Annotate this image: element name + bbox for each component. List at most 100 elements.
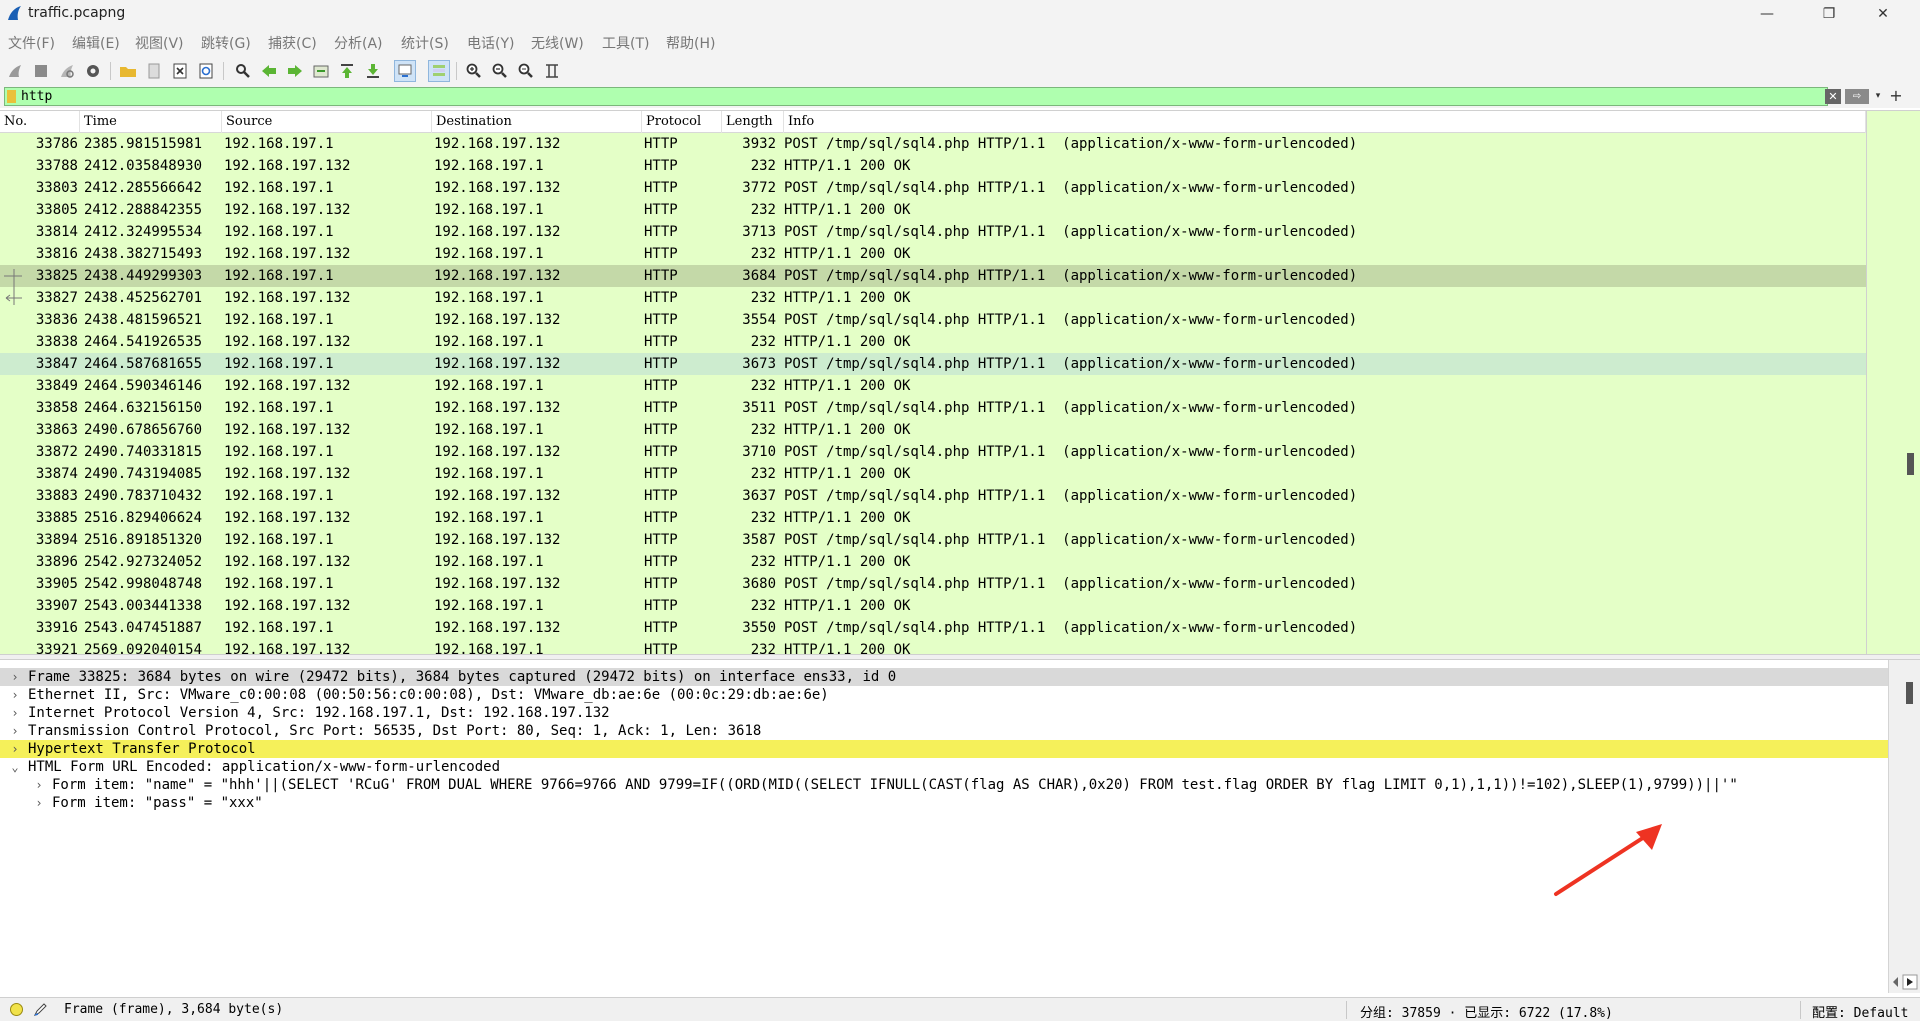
packet-row[interactable]: 33827 2438.452562701 192.168.197.132 192.16… (0, 287, 1866, 309)
filter-history-dropdown-icon[interactable]: ▾ (1872, 89, 1884, 104)
details-tree-item[interactable]: › Frame 33825: 3684 bytes on wire (29472 … (0, 668, 1888, 686)
packet-row[interactable]: 33838 2464.541926535 192.168.197.132 192.16… (0, 331, 1866, 353)
packet-cell-info: HTTP/1.1 200 OK (784, 158, 911, 174)
status-profile[interactable]: 配置: Default (1812, 1002, 1908, 1021)
stop-capture-icon[interactable] (30, 60, 52, 82)
save-file-icon[interactable] (143, 60, 165, 82)
menu-help[interactable]: 帮助(H) (666, 33, 715, 53)
autoscroll-icon[interactable] (394, 60, 416, 82)
expand-arrow-icon[interactable]: › (8, 668, 22, 686)
capture-options-gear-icon[interactable] (82, 60, 104, 82)
column-header-info[interactable]: Info (784, 111, 1866, 133)
expand-arrow-icon[interactable]: › (8, 686, 22, 704)
packet-row[interactable]: 33883 2490.783710432 192.168.197.1 192.168.… (0, 485, 1866, 507)
menu-file[interactable]: 文件(F) (8, 33, 55, 53)
details-tree-item[interactable]: › Internet Protocol Version 4, Src: 192.1… (0, 704, 1888, 722)
menu-capture[interactable]: 捕获(C) (268, 33, 317, 53)
column-header-source[interactable]: Source (222, 111, 432, 133)
details-scroll-arrows-icon[interactable] (1890, 974, 1918, 990)
details-scrollbar[interactable] (1888, 660, 1920, 993)
open-folder-icon[interactable] (117, 60, 139, 82)
zoom-normal-icon[interactable] (515, 60, 537, 82)
clear-filter-icon[interactable]: ✕ (1825, 89, 1841, 104)
menu-wireless[interactable]: 无线(W) (531, 33, 584, 53)
find-packet-icon[interactable] (232, 60, 254, 82)
maximize-button[interactable]: ❐ (1806, 0, 1852, 28)
column-header-time[interactable]: Time (80, 111, 222, 133)
reload-file-icon[interactable] (195, 60, 217, 82)
menu-view[interactable]: 视图(V) (135, 33, 184, 53)
details-tree-item[interactable]: › Ethernet II, Src: VMware_c0:00:08 (00:5… (0, 686, 1888, 704)
packet-row[interactable]: 33896 2542.927324052 192.168.197.132 192.16… (0, 551, 1866, 573)
packet-row[interactable]: 33847 2464.587681655 192.168.197.1 192.168.… (0, 353, 1866, 375)
column-header-protocol[interactable]: Protocol (642, 111, 722, 133)
packet-row[interactable]: 33805 2412.288842355 192.168.197.132 192.16… (0, 199, 1866, 221)
expand-arrow-icon[interactable]: › (8, 740, 22, 758)
expand-arrow-icon[interactable]: › (8, 704, 22, 722)
packet-list[interactable]: No. Time Source Destination Protocol Len… (0, 110, 1920, 654)
packet-row[interactable]: 33858 2464.632156150 192.168.197.1 192.168.… (0, 397, 1866, 419)
menu-telephony[interactable]: 电话(Y) (467, 33, 514, 53)
packet-row[interactable]: 33816 2438.382715493 192.168.197.132 192.16… (0, 243, 1866, 265)
menu-edit[interactable]: 编辑(E) (72, 33, 120, 53)
start-capture-icon[interactable] (4, 60, 26, 82)
go-forward-icon[interactable] (284, 60, 306, 82)
packet-list-scroll-thumb[interactable] (1907, 453, 1914, 475)
packet-row[interactable]: 33803 2412.285566642 192.168.197.1 192.168.… (0, 177, 1866, 199)
menu-statistics[interactable]: 统计(S) (401, 33, 449, 53)
packet-cell-len: 3713 (742, 224, 776, 240)
menu-analyze[interactable]: 分析(A) (334, 33, 383, 53)
zoom-out-icon[interactable] (489, 60, 511, 82)
details-scroll-thumb[interactable] (1906, 682, 1913, 704)
close-button[interactable]: ✕ (1860, 0, 1906, 28)
packet-row[interactable]: 33836 2438.481596521 192.168.197.1 192.168.… (0, 309, 1866, 331)
packet-row[interactable]: 33921 2569.092040154 192.168.197.132 192.16… (0, 639, 1866, 654)
details-tree-item[interactable]: ⌄ HTML Form URL Encoded: application/x-ww… (0, 758, 1888, 776)
expand-arrow-icon[interactable]: › (32, 794, 46, 812)
restart-capture-icon[interactable] (56, 60, 78, 82)
menu-go[interactable]: 跳转(G) (201, 33, 251, 53)
resize-columns-icon[interactable] (541, 60, 563, 82)
packet-row[interactable]: 33788 2412.035848930 192.168.197.132 192.16… (0, 155, 1866, 177)
add-filter-button-icon[interactable]: + (1888, 86, 1904, 106)
minimize-button[interactable]: — (1744, 0, 1790, 28)
details-tree-item[interactable]: › Form item: "name" = "hhh'||(SELECT 'RCu… (0, 776, 1888, 794)
packet-row[interactable]: 33885 2516.829406624 192.168.197.132 192.16… (0, 507, 1866, 529)
go-first-packet-icon[interactable] (336, 60, 358, 82)
packet-row[interactable]: 33786 2385.981515981 192.168.197.1 192.168.… (0, 133, 1866, 155)
packet-row[interactable]: 33874 2490.743194085 192.168.197.132 192.16… (0, 463, 1866, 485)
column-header-no[interactable]: No. (0, 111, 80, 133)
menu-tools[interactable]: 工具(T) (602, 33, 649, 53)
column-header-destination[interactable]: Destination (432, 111, 642, 133)
go-to-packet-icon[interactable] (310, 60, 332, 82)
expanded-arrow-icon[interactable]: ⌄ (8, 758, 22, 776)
display-filter-input[interactable] (21, 88, 1821, 105)
filter-bookmark-icon[interactable] (7, 90, 16, 103)
close-file-icon[interactable] (169, 60, 191, 82)
packet-list-scrollbar[interactable] (1866, 111, 1906, 654)
expand-arrow-icon[interactable]: › (8, 722, 22, 740)
colorize-icon[interactable] (428, 60, 450, 82)
zoom-in-icon[interactable] (463, 60, 485, 82)
packet-cell-no: 33874 (35, 466, 78, 482)
packet-row[interactable]: 33863 2490.678656760 192.168.197.132 192.16… (0, 419, 1866, 441)
packet-row[interactable]: 33814 2412.324995534 192.168.197.1 192.168.… (0, 221, 1866, 243)
packet-row[interactable]: 33905 2542.998048748 192.168.197.1 192.168.… (0, 573, 1866, 595)
packet-row[interactable]: 33907 2543.003441338 192.168.197.132 192.16… (0, 595, 1866, 617)
packet-row[interactable]: 33916 2543.047451887 192.168.197.1 192.168.… (0, 617, 1866, 639)
details-tree-item[interactable]: › Transmission Control Protocol, Src Port… (0, 722, 1888, 740)
packet-row[interactable]: 33849 2464.590346146 192.168.197.132 192.16… (0, 375, 1866, 397)
details-tree-item[interactable]: › Hypertext Transfer Protocol (0, 740, 1888, 758)
expand-arrow-icon[interactable]: › (32, 776, 46, 794)
packet-row[interactable]: 33825 2438.449299303 192.168.197.1 192.168.… (0, 265, 1866, 287)
go-last-packet-icon[interactable] (362, 60, 384, 82)
capture-comment-icon[interactable] (33, 1002, 48, 1017)
packet-row[interactable]: 33872 2490.740331815 192.168.197.1 192.168.… (0, 441, 1866, 463)
packet-cell-info: HTTP/1.1 200 OK (784, 598, 911, 614)
apply-filter-icon[interactable]: ⇨ (1845, 89, 1869, 104)
column-header-length[interactable]: Length (722, 111, 784, 133)
details-tree-item[interactable]: › Form item: "pass" = "xxx" (0, 794, 1888, 812)
go-back-icon[interactable] (258, 60, 280, 82)
expert-info-icon[interactable] (10, 1003, 23, 1016)
packet-row[interactable]: 33894 2516.891851320 192.168.197.1 192.168.… (0, 529, 1866, 551)
